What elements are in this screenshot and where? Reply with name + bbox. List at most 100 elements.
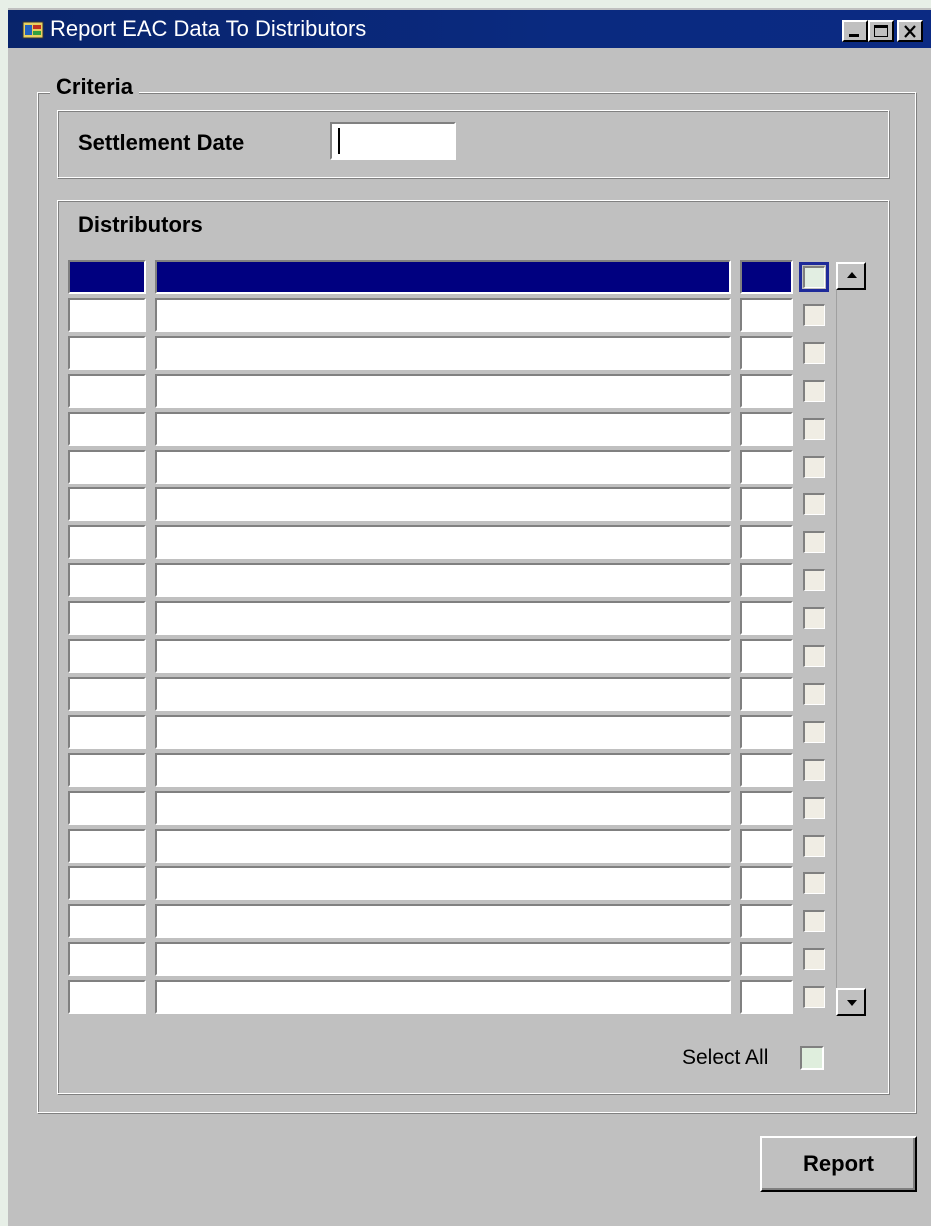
distributor-code-cell[interactable] bbox=[68, 487, 146, 521]
distributor-name-cell[interactable] bbox=[155, 866, 731, 900]
settlement-date-label: Settlement Date bbox=[78, 130, 245, 155]
distributor-code-cell[interactable] bbox=[68, 336, 146, 370]
row-select-checkbox[interactable] bbox=[803, 569, 825, 591]
distributor-name-cell[interactable] bbox=[155, 791, 731, 825]
distributor-code-cell[interactable] bbox=[68, 791, 146, 825]
row-select-checkbox[interactable] bbox=[803, 418, 825, 440]
distributor-name-cell[interactable] bbox=[155, 980, 731, 1014]
distributor-extra-cell[interactable] bbox=[740, 601, 793, 635]
distributor-name-cell[interactable] bbox=[155, 374, 731, 408]
row-select-checkbox[interactable] bbox=[803, 493, 825, 515]
close-button[interactable] bbox=[897, 20, 923, 42]
row-select-checkbox[interactable] bbox=[803, 948, 825, 970]
distributor-code-cell[interactable] bbox=[68, 980, 146, 1014]
row-select-checkbox[interactable] bbox=[803, 872, 825, 894]
distributor-name-cell[interactable] bbox=[155, 715, 731, 749]
row-select-checkbox[interactable] bbox=[803, 910, 825, 932]
report-button[interactable]: Report bbox=[760, 1136, 917, 1192]
row-select-checkbox[interactable] bbox=[803, 531, 825, 553]
vertical-scrollbar[interactable] bbox=[836, 262, 866, 1016]
distributor-name-cell[interactable] bbox=[155, 904, 731, 938]
distributor-code-cell[interactable] bbox=[68, 753, 146, 787]
row-select-checkbox[interactable] bbox=[803, 607, 825, 629]
distributor-extra-cell[interactable] bbox=[740, 374, 793, 408]
scroll-down-button[interactable] bbox=[836, 988, 866, 1016]
arrow-down-icon bbox=[847, 1000, 857, 1006]
minimize-button[interactable] bbox=[842, 20, 868, 42]
distributor-code-cell[interactable] bbox=[68, 563, 146, 597]
distributor-code-cell[interactable] bbox=[68, 525, 146, 559]
row-select-checkbox[interactable] bbox=[803, 986, 825, 1008]
oracle-forms-app-icon bbox=[22, 21, 44, 39]
distributor-code-cell[interactable] bbox=[68, 374, 146, 408]
distributor-code-cell[interactable] bbox=[68, 412, 146, 446]
distributor-code-cell[interactable] bbox=[68, 260, 146, 294]
distributor-code-cell[interactable] bbox=[68, 904, 146, 938]
distributor-name-cell[interactable] bbox=[155, 450, 731, 484]
distributor-code-cell[interactable] bbox=[68, 639, 146, 673]
distributor-name-cell[interactable] bbox=[155, 753, 731, 787]
distributor-name-cell[interactable] bbox=[155, 563, 731, 597]
distributor-extra-cell[interactable] bbox=[740, 866, 793, 900]
row-select-checkbox[interactable] bbox=[803, 380, 825, 402]
settlement-date-input[interactable] bbox=[330, 122, 456, 160]
distributor-name-cell[interactable] bbox=[155, 260, 731, 294]
distributor-extra-cell[interactable] bbox=[740, 298, 793, 332]
distributor-code-cell[interactable] bbox=[68, 450, 146, 484]
distributor-extra-cell[interactable] bbox=[740, 525, 793, 559]
row-select-checkbox[interactable] bbox=[803, 683, 825, 705]
distributor-code-cell[interactable] bbox=[68, 866, 146, 900]
distributor-code-cell[interactable] bbox=[68, 677, 146, 711]
scroll-up-button[interactable] bbox=[836, 262, 866, 290]
maximize-icon bbox=[874, 25, 888, 37]
row-select-checkbox[interactable] bbox=[803, 456, 825, 478]
distributor-name-cell[interactable] bbox=[155, 829, 731, 863]
row-select-checkbox[interactable] bbox=[803, 342, 825, 364]
row-select-checkbox[interactable] bbox=[803, 759, 825, 781]
distributor-name-cell[interactable] bbox=[155, 525, 731, 559]
distributor-name-cell[interactable] bbox=[155, 336, 731, 370]
distributor-extra-cell[interactable] bbox=[740, 677, 793, 711]
distributor-code-cell[interactable] bbox=[68, 298, 146, 332]
distributor-extra-cell[interactable] bbox=[740, 563, 793, 597]
distributor-extra-cell[interactable] bbox=[740, 336, 793, 370]
distributor-extra-cell[interactable] bbox=[740, 260, 793, 294]
row-select-checkbox[interactable] bbox=[803, 721, 825, 743]
criteria-label: Criteria bbox=[50, 72, 140, 102]
distributor-extra-cell[interactable] bbox=[740, 450, 793, 484]
distributor-name-cell[interactable] bbox=[155, 298, 731, 332]
minimize-icon bbox=[849, 34, 859, 37]
distributor-name-cell[interactable] bbox=[155, 487, 731, 521]
distributor-name-cell[interactable] bbox=[155, 639, 731, 673]
distributor-extra-cell[interactable] bbox=[740, 487, 793, 521]
select-all-checkbox[interactable] bbox=[800, 1046, 824, 1070]
distributor-code-cell[interactable] bbox=[68, 601, 146, 635]
row-select-checkbox[interactable] bbox=[803, 835, 825, 857]
distributor-name-cell[interactable] bbox=[155, 942, 731, 976]
distributor-extra-cell[interactable] bbox=[740, 942, 793, 976]
distributor-name-cell[interactable] bbox=[155, 412, 731, 446]
distributor-code-cell[interactable] bbox=[68, 829, 146, 863]
row-select-checkbox[interactable] bbox=[803, 797, 825, 819]
close-icon bbox=[904, 25, 916, 38]
row-select-checkbox[interactable] bbox=[799, 262, 829, 292]
distributor-extra-cell[interactable] bbox=[740, 753, 793, 787]
distributor-extra-cell[interactable] bbox=[740, 980, 793, 1014]
maximize-button[interactable] bbox=[868, 20, 894, 42]
distributor-name-cell[interactable] bbox=[155, 601, 731, 635]
select-all-label: Select All bbox=[682, 1046, 769, 1069]
distributor-extra-cell[interactable] bbox=[740, 791, 793, 825]
distributor-name-cell[interactable] bbox=[155, 677, 731, 711]
distributor-extra-cell[interactable] bbox=[740, 904, 793, 938]
distributor-extra-cell[interactable] bbox=[740, 715, 793, 749]
window-title: Report EAC Data To Distributors bbox=[50, 16, 367, 41]
distributor-extra-cell[interactable] bbox=[740, 412, 793, 446]
distributor-code-cell[interactable] bbox=[68, 715, 146, 749]
distributors-label: Distributors bbox=[78, 212, 203, 237]
text-cursor bbox=[338, 128, 340, 154]
distributor-extra-cell[interactable] bbox=[740, 639, 793, 673]
distributor-code-cell[interactable] bbox=[68, 942, 146, 976]
row-select-checkbox[interactable] bbox=[803, 645, 825, 667]
row-select-checkbox[interactable] bbox=[803, 304, 825, 326]
distributor-extra-cell[interactable] bbox=[740, 829, 793, 863]
